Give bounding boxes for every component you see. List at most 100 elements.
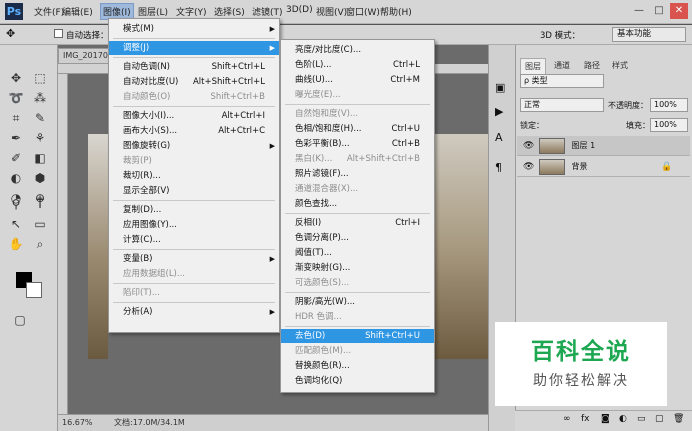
shape-icon[interactable]: ▭ bbox=[30, 214, 50, 234]
lock-label: 锁定： bbox=[520, 121, 544, 130]
hand-icon[interactable]: ✋ bbox=[6, 234, 26, 254]
maximize-button[interactable]: □ bbox=[650, 3, 668, 19]
adjust-menu-item[interactable]: 照片滤镜(F)... bbox=[281, 167, 434, 181]
adjust-menu-item[interactable]: 阈值(T)... bbox=[281, 246, 434, 260]
image-menu-item[interactable]: 自动对比度(U) Alt+Shift+Ctrl+L bbox=[109, 75, 279, 89]
eraser-icon[interactable]: ◐ bbox=[6, 168, 26, 188]
adjust-menu-item[interactable]: 亮度/对比度(C)... bbox=[281, 43, 434, 57]
mask-icon[interactable]: ◙ bbox=[601, 414, 610, 424]
menu-item-label: 应用图像(Y)... bbox=[123, 220, 177, 230]
image-menu-item[interactable]: 变量(B) ▶ bbox=[109, 252, 279, 266]
adjust-menu-item[interactable]: 替换颜色(R)... bbox=[281, 359, 434, 373]
fx-icon[interactable]: fx bbox=[581, 414, 590, 424]
history-brush-icon[interactable]: ◧ bbox=[30, 148, 50, 168]
panel-tab-0[interactable]: 图层 bbox=[520, 58, 546, 74]
layer-row[interactable]: 👁 背景 🔒 bbox=[517, 157, 690, 177]
lasso-icon[interactable]: ➰ bbox=[6, 88, 26, 108]
menu-4[interactable]: 文字(Y) bbox=[176, 5, 207, 18]
image-menu-item[interactable]: 模式(M) ▶ bbox=[109, 22, 279, 36]
background-color-swatch[interactable] bbox=[26, 282, 42, 298]
link-layers-icon[interactable]: ∞ bbox=[563, 414, 571, 424]
image-menu-item[interactable]: 应用图像(Y)... bbox=[109, 218, 279, 232]
magic-wand-icon[interactable]: ⁂ bbox=[30, 88, 50, 108]
adjust-menu-item[interactable]: 色阶(L)... Ctrl+L bbox=[281, 58, 434, 72]
adjust-menu-item[interactable]: 色调分离(P)... bbox=[281, 231, 434, 245]
move-tool-icon: ✥ bbox=[6, 27, 16, 40]
menu-item-label: 显示全部(V) bbox=[123, 186, 170, 196]
rotate-icon[interactable]: ⊕ bbox=[30, 188, 50, 208]
crop-icon[interactable]: ⌗ bbox=[6, 108, 26, 128]
adjust-menu-item[interactable]: 渐变映射(G)... bbox=[281, 261, 434, 275]
image-menu-item[interactable]: 裁切(R)... bbox=[109, 169, 279, 183]
trash-icon[interactable]: 🗑 bbox=[673, 414, 684, 424]
menu-6[interactable]: 滤镜(T) bbox=[252, 5, 283, 18]
new-layer-icon[interactable]: ▢ bbox=[655, 414, 664, 424]
healing-icon[interactable]: ✒ bbox=[6, 128, 26, 148]
brush-icon[interactable]: ⚘ bbox=[30, 128, 50, 148]
image-menu-item[interactable]: 图像旋转(G) ▶ bbox=[109, 139, 279, 153]
adjust-menu-item[interactable]: 曲线(U)... Ctrl+M bbox=[281, 73, 434, 87]
stamp-icon[interactable]: ✐ bbox=[6, 148, 26, 168]
pen-icon[interactable]: ⚲ bbox=[6, 194, 26, 214]
menu-5[interactable]: 选择(S) bbox=[214, 5, 245, 18]
image-menu-item[interactable]: 调整(J) ▶ bbox=[109, 41, 279, 55]
history-icon[interactable]: ▣ bbox=[495, 81, 505, 94]
menu-8[interactable]: 视图(V) bbox=[316, 5, 347, 18]
visibility-eye-icon[interactable]: 👁 bbox=[523, 157, 534, 177]
adjust-menu-item[interactable]: 色彩平衡(B)... Ctrl+B bbox=[281, 137, 434, 151]
adjust-menu-item: 曝光度(E)... bbox=[281, 88, 434, 102]
minimize-button[interactable]: — bbox=[630, 3, 648, 19]
adjust-menu-item[interactable]: 阴影/高光(W)... bbox=[281, 295, 434, 309]
layer-row[interactable]: 👁 图层 1 bbox=[517, 136, 690, 156]
workspace-select[interactable]: 基本功能 bbox=[612, 27, 686, 42]
actions-icon[interactable]: ▶ bbox=[495, 105, 503, 118]
menu-item-label: 替换颜色(R)... bbox=[295, 361, 350, 371]
adjust-menu-item[interactable]: 去色(D) Shift+Ctrl+U bbox=[281, 329, 434, 343]
image-menu-item[interactable]: 分析(A) ▶ bbox=[109, 305, 279, 319]
image-menu-item[interactable]: 画布大小(S)... Alt+Ctrl+C bbox=[109, 124, 279, 138]
menu-9[interactable]: 窗口(W) bbox=[346, 5, 380, 18]
menu-1[interactable]: 编辑(E) bbox=[62, 5, 93, 18]
zoom-icon[interactable]: ⌕ bbox=[30, 234, 50, 254]
menu-7[interactable]: 3D(D) bbox=[286, 5, 313, 15]
adjust-menu-item[interactable]: 颜色查找... bbox=[281, 197, 434, 211]
panel-tab-3[interactable]: 样式 bbox=[608, 58, 632, 73]
image-menu-item[interactable]: 计算(C)... bbox=[109, 233, 279, 247]
adjust-menu-item[interactable]: 色相/饱和度(H)... Ctrl+U bbox=[281, 122, 434, 136]
menu-3[interactable]: 图层(L) bbox=[138, 5, 168, 18]
adjust-menu-item[interactable]: 色调均化(Q) bbox=[281, 374, 434, 388]
image-menu-item[interactable]: 显示全部(V) bbox=[109, 184, 279, 198]
panel-tab-2[interactable]: 路径 bbox=[580, 58, 604, 73]
paragraph-icon[interactable]: ¶ bbox=[495, 161, 502, 174]
marquee-icon[interactable]: ⬚ bbox=[30, 68, 50, 88]
fill-input[interactable]: 100% bbox=[650, 118, 688, 132]
menu-item-label: 自动对比度(U) bbox=[123, 77, 179, 87]
menu-10[interactable]: 帮助(H) bbox=[380, 5, 412, 18]
menu-item-shortcut: Shift+Ctrl+U bbox=[365, 331, 420, 341]
image-menu-item[interactable]: 图像大小(I)... Alt+Ctrl+I bbox=[109, 109, 279, 123]
menu-item-label: 渐变映射(G)... bbox=[295, 263, 351, 273]
visibility-eye-icon[interactable]: 👁 bbox=[523, 136, 534, 156]
blend-mode-select[interactable]: 正常 bbox=[520, 98, 604, 112]
quick-mask-icon[interactable]: ▢ bbox=[10, 310, 30, 330]
zoom-level[interactable]: 16.67% bbox=[62, 415, 93, 430]
panel-tab-1[interactable]: 通道 bbox=[550, 58, 574, 73]
blur-icon[interactable]: ⬢ bbox=[30, 168, 50, 188]
auto-select-checkbox[interactable] bbox=[54, 29, 63, 38]
adjustment-layer-icon[interactable]: ◐ bbox=[619, 414, 627, 424]
move-icon[interactable]: ✥ bbox=[6, 68, 26, 88]
layer-filter-select[interactable]: ρ 类型 bbox=[520, 74, 604, 88]
close-button[interactable]: ✕ bbox=[670, 3, 688, 19]
menu-0[interactable]: 文件(F) bbox=[34, 5, 64, 18]
menu-item-label: 应用数据组(L)... bbox=[123, 269, 185, 279]
image-menu-item[interactable]: 自动色调(N) Shift+Ctrl+L bbox=[109, 60, 279, 74]
path-select-icon[interactable]: ↖ bbox=[6, 214, 26, 234]
layer-name: 背景 bbox=[571, 162, 588, 171]
character-icon[interactable]: A bbox=[495, 131, 503, 144]
menu-item-label: 画布大小(S)... bbox=[123, 126, 178, 136]
eyedropper-icon[interactable]: ✎ bbox=[30, 108, 50, 128]
adjust-menu-item[interactable]: 反相(I) Ctrl+I bbox=[281, 216, 434, 230]
group-icon[interactable]: ▭ bbox=[637, 414, 646, 424]
image-menu-item[interactable]: 复制(D)... bbox=[109, 203, 279, 217]
opacity-input[interactable]: 100% bbox=[650, 98, 688, 112]
